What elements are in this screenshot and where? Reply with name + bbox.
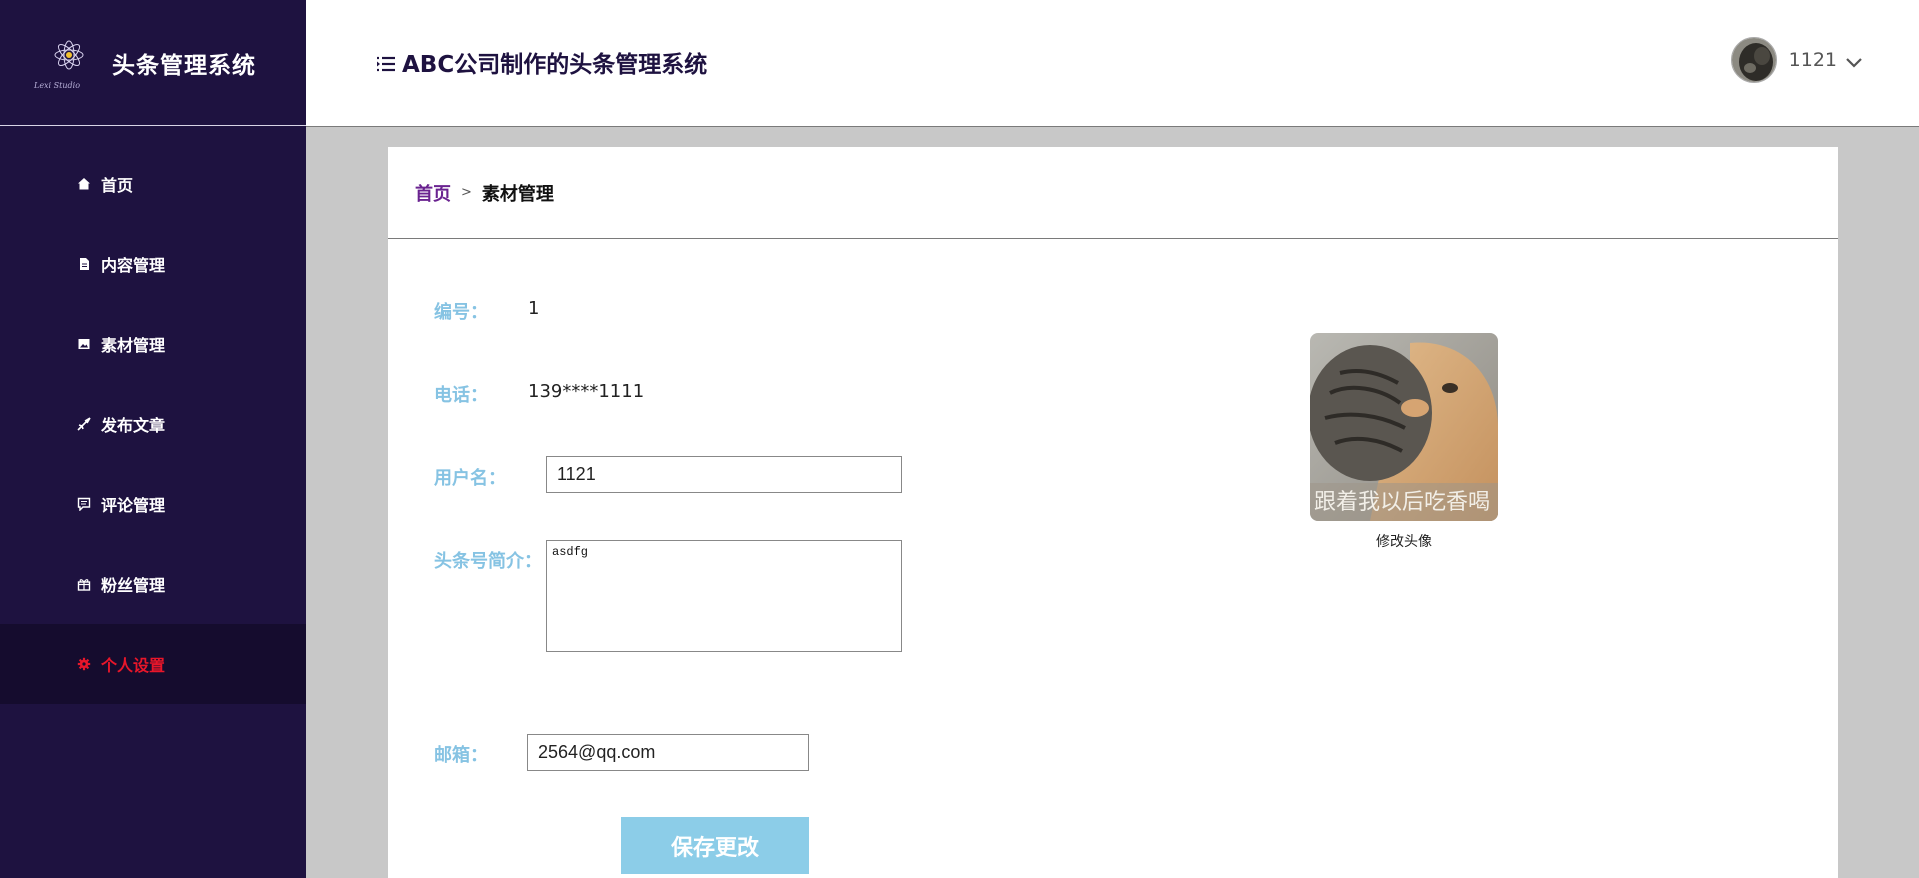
sidebar-item-settings[interactable]: 个人设置 xyxy=(0,624,306,704)
avatar[interactable] xyxy=(1730,37,1777,83)
intro-textarea[interactable]: asdfg xyxy=(546,540,902,652)
sidebar-item-fans[interactable]: 粉丝管理 xyxy=(0,544,306,624)
change-avatar-label[interactable]: 修改头像 xyxy=(1310,531,1498,551)
gear-icon xyxy=(76,656,92,672)
sidebar-item-publish[interactable]: 发布文章 xyxy=(0,384,306,464)
avatar-overlay-text: 跟着我以后吃香喝 xyxy=(1314,490,1490,515)
phone-label: 电话： xyxy=(434,385,488,406)
sidebar-item-label: 粉丝管理 xyxy=(101,576,166,595)
sidebar-item-label: 素材管理 xyxy=(101,336,166,355)
avatar-image[interactable]: 跟着我以后吃香喝 xyxy=(1310,333,1498,521)
chevron-down-icon[interactable] xyxy=(1845,54,1863,68)
breadcrumb-home-link[interactable]: 首页 xyxy=(415,180,451,206)
sidebar-item-content[interactable]: 内容管理 xyxy=(0,224,306,304)
gift-icon xyxy=(76,576,92,592)
sidebar-item-label: 发布文章 xyxy=(101,416,166,435)
top-header: ABC公司制作的头条管理系统 1121 xyxy=(306,0,1919,127)
email-input[interactable]: 2564@qq.com xyxy=(527,734,809,771)
header-title-text: ABC公司制作的头条管理系统 xyxy=(402,52,708,78)
sidebar-item-materials[interactable]: 素材管理 xyxy=(0,304,306,384)
id-value: 1 xyxy=(528,298,540,319)
home-icon xyxy=(76,176,92,192)
user-name: 1121 xyxy=(1788,49,1837,71)
svg-text:Lexi Studio: Lexi Studio xyxy=(33,81,80,90)
intro-label: 头条号简介： xyxy=(434,551,542,572)
username-input[interactable]: 1121 xyxy=(546,456,902,493)
user-menu[interactable]: 1121 xyxy=(1730,37,1863,83)
flower-logo-icon: Lexi Studio xyxy=(30,30,108,96)
settings-card: 首页 > 素材管理 编号： 1 电话： 139****1111 用户名： 112… xyxy=(388,147,1838,878)
sidebar-item-label: 评论管理 xyxy=(101,496,166,515)
sidebar-item-comments[interactable]: 评论管理 xyxy=(0,464,306,544)
username-label: 用户名： xyxy=(434,468,506,489)
sidebar-item-label: 内容管理 xyxy=(101,256,166,275)
breadcrumb-separator: > xyxy=(461,185,472,200)
breadcrumb-current: 素材管理 xyxy=(481,183,554,205)
comment-icon xyxy=(76,496,92,512)
sidebar-item-home[interactable]: 首页 xyxy=(0,144,306,224)
phone-value: 139****1111 xyxy=(528,381,645,402)
sidebar-item-label: 首页 xyxy=(101,176,134,195)
app-title: 头条管理系统 xyxy=(112,52,256,79)
id-label: 编号： xyxy=(434,302,488,323)
email-label: 邮箱： xyxy=(434,745,488,766)
send-icon xyxy=(76,416,92,432)
sidebar: Lexi Studio 头条管理系统 首页 内容管理 素材管理 发布文章 评论管… xyxy=(0,0,306,878)
save-button[interactable]: 保存更改 xyxy=(621,817,809,874)
header-title: ABC公司制作的头条管理系统 xyxy=(376,45,707,79)
sidebar-item-label: 个人设置 xyxy=(101,656,166,675)
document-icon xyxy=(76,256,92,272)
logo-area: Lexi Studio 头条管理系统 xyxy=(0,0,306,126)
image-icon xyxy=(76,336,92,352)
sidebar-menu: 首页 内容管理 素材管理 发布文章 评论管理 粉丝管理 个人设置 xyxy=(0,144,306,704)
breadcrumb: 首页 > 素材管理 xyxy=(388,147,1838,239)
collapse-menu-icon[interactable] xyxy=(376,53,396,72)
